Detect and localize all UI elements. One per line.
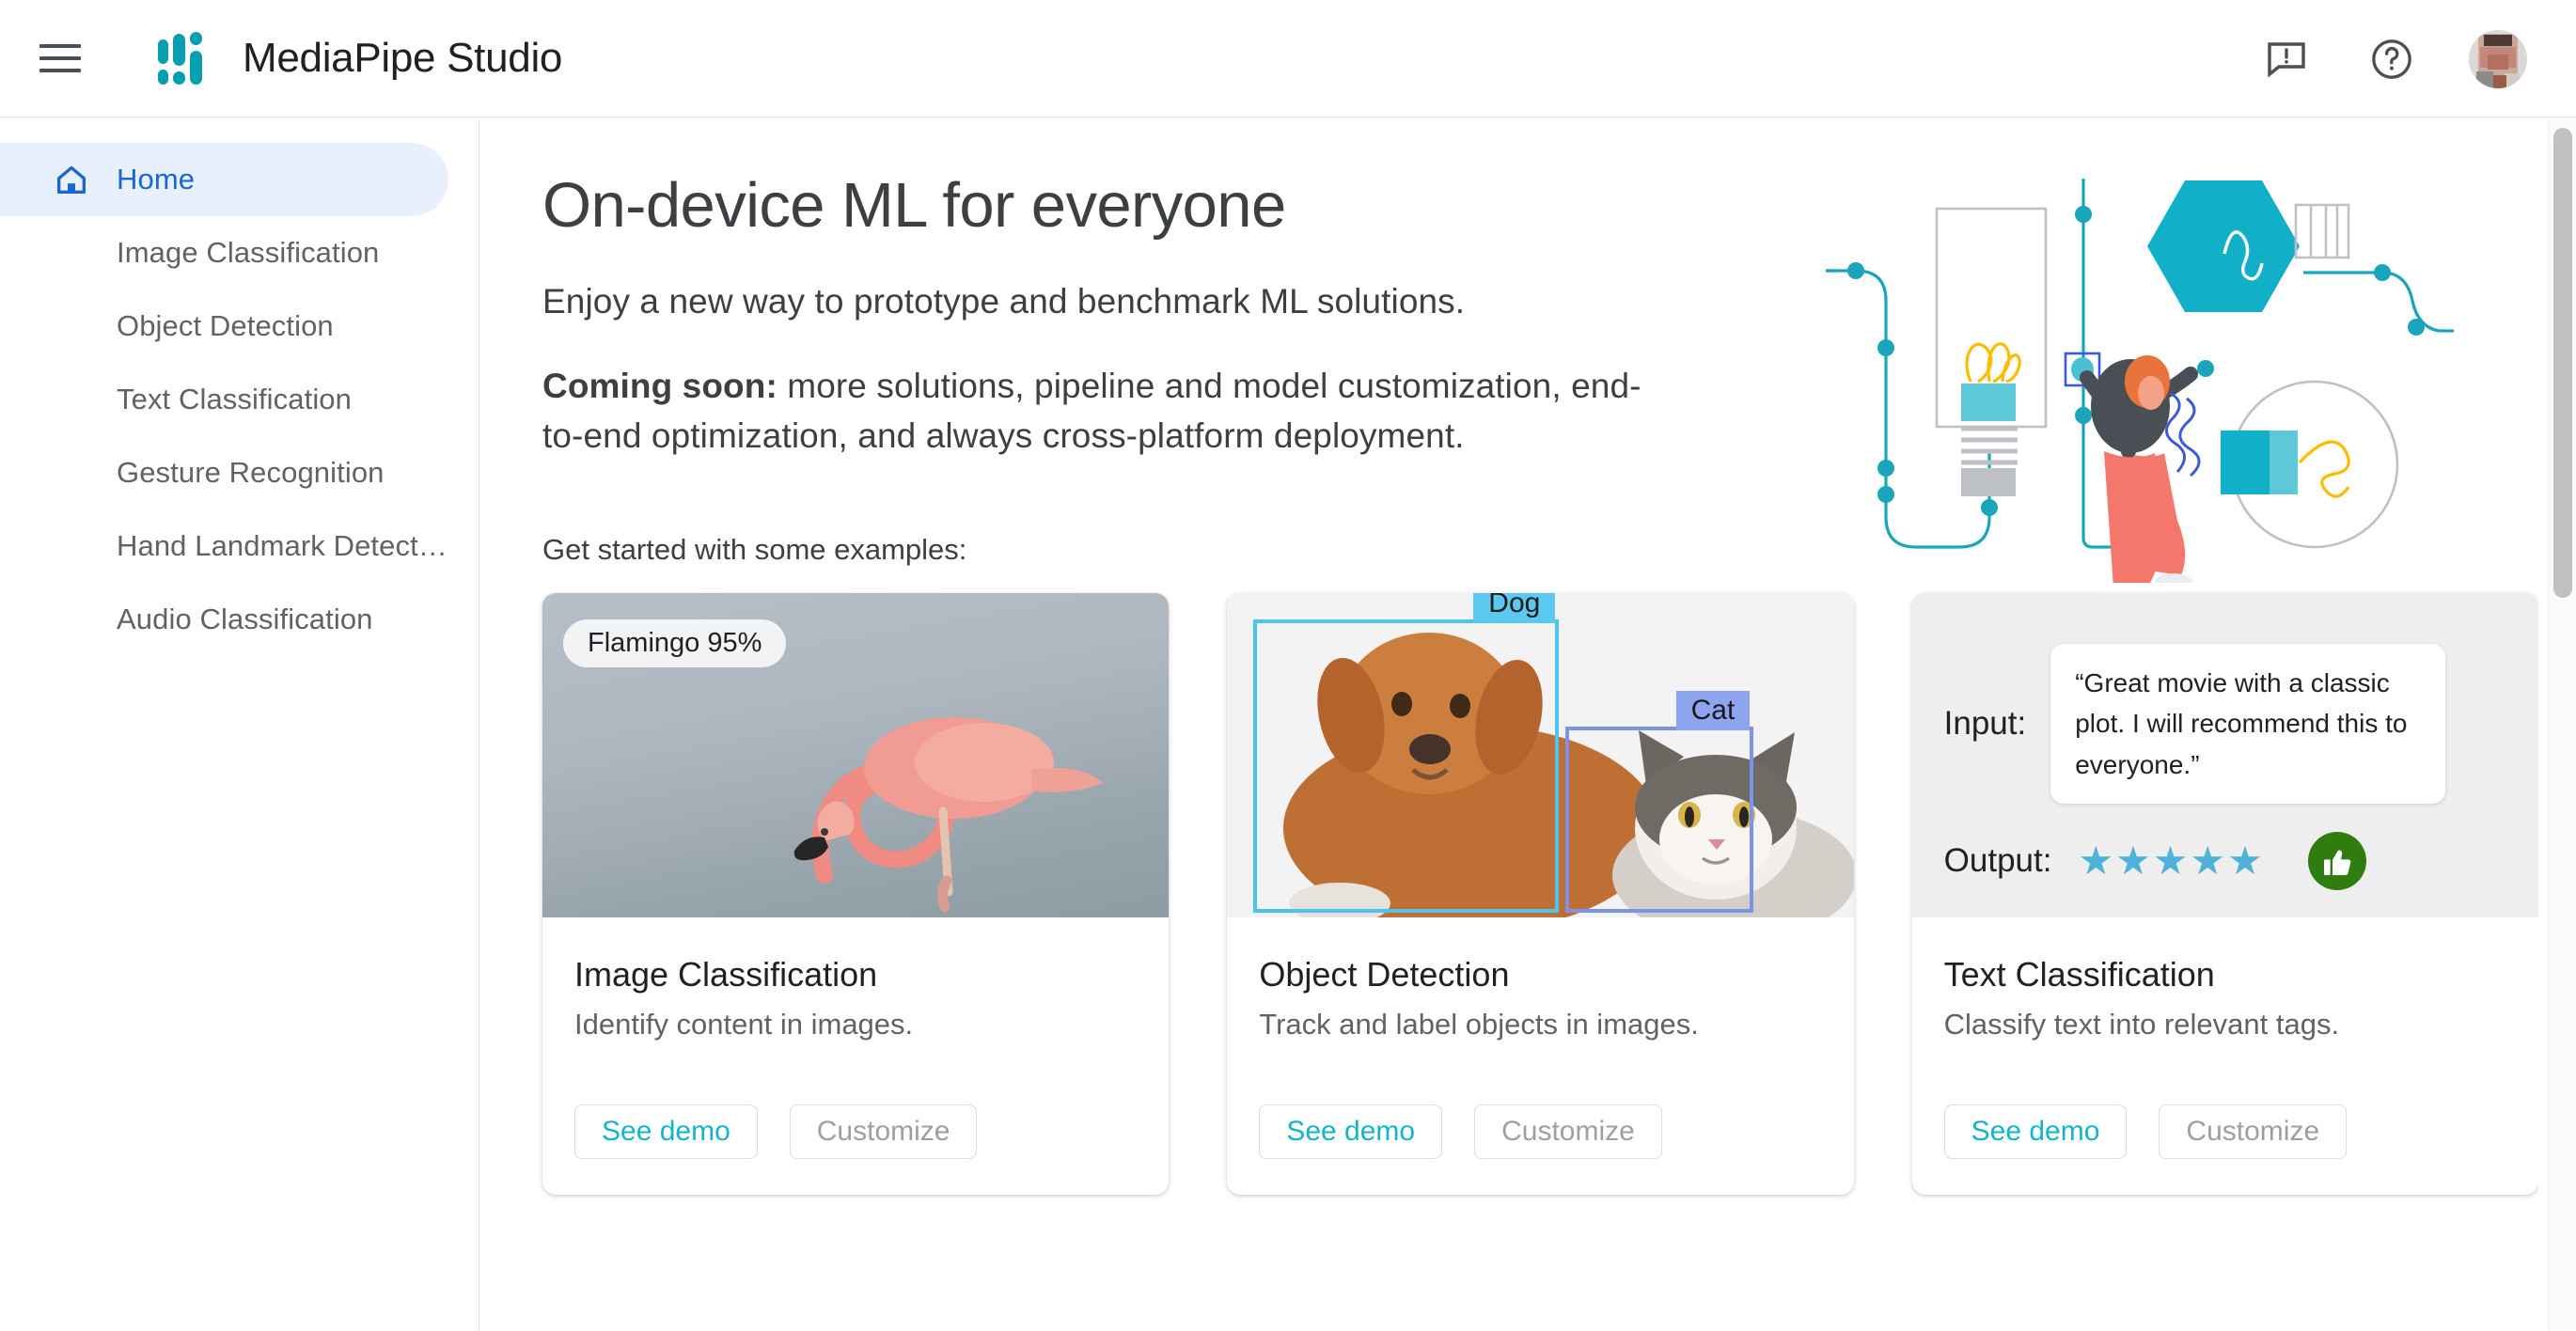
user-avatar[interactable] (2469, 29, 2527, 88)
hero-coming-soon: Coming soon: more solutions, pipeline an… (542, 361, 1652, 462)
classification-badge: Flamingo 95% (563, 619, 787, 667)
sidebar-item-label: Object Detection (117, 309, 334, 342)
card-description: Identify content in images. (574, 1007, 914, 1041)
output-label: Output: (1943, 841, 2052, 879)
card-actions: See demo Customize (1943, 1104, 2348, 1159)
sidebar-item-hand-landmark-detection[interactable]: Hand Landmark Detect… (0, 509, 448, 583)
sidebar-item-label: Text Classification (117, 383, 352, 415)
star-rating: ★★★★★ (2078, 838, 2265, 884)
feedback-icon[interactable] (2258, 31, 2315, 87)
customize-button[interactable]: Customize (789, 1104, 978, 1159)
customize-button[interactable]: Customize (1474, 1104, 1662, 1159)
card-actions: See demo Customize (1259, 1104, 1662, 1159)
sidebar-item-label: Gesture Recognition (117, 456, 385, 489)
card-body: Text Classification Classify text into r… (1912, 917, 2538, 1195)
menu-bar-3 (39, 69, 81, 72)
bounding-box-label: Dog (1473, 592, 1556, 623)
main-content: On-device ML for everyone Enjoy a new wa… (480, 118, 2538, 1331)
coming-soon-label: Coming soon: (542, 366, 778, 405)
help-circle-icon[interactable] (2364, 31, 2420, 87)
sidebar-item-label: Hand Landmark Detect… (117, 529, 448, 562)
sidebar-item-label: Image Classification (117, 236, 380, 269)
card-title: Image Classification (574, 954, 878, 994)
sidebar-item-label: Audio Classification (117, 603, 373, 635)
header-actions (2258, 0, 2548, 117)
see-demo-button[interactable]: See demo (1259, 1104, 1443, 1159)
sidebar-item-gesture-recognition[interactable]: Gesture Recognition (0, 436, 448, 509)
sidebar-item-label: Home (117, 163, 196, 196)
menu-bar-2 (39, 56, 81, 60)
see-demo-button[interactable]: See demo (574, 1104, 758, 1159)
thumbs-up-icon (2307, 831, 2366, 890)
text-sentiment-graphic: Input: “Great movie with a classic plot.… (1911, 592, 2538, 917)
card-text-classification[interactable]: Input: “Great movie with a classic plot.… (1911, 592, 2538, 1195)
card-title: Text Classification (1943, 954, 2215, 994)
mediapipe-logo-icon[interactable] (158, 32, 207, 85)
hero-section: On-device ML for everyone Enjoy a new wa… (480, 118, 2538, 613)
home-icon (53, 161, 90, 198)
card-title: Object Detection (1259, 954, 1510, 994)
app-header: MediaPipe Studio (0, 0, 2576, 117)
bounding-box-dog: Dog (1253, 592, 1560, 913)
card-body: Object Detection Track and label objects… (1227, 917, 1853, 1195)
bounding-box-label: Cat (1675, 690, 1751, 730)
sidebar-item-audio-classification[interactable]: Audio Classification (0, 583, 448, 656)
input-row: Input: “Great movie with a classic plot.… (1943, 643, 2446, 805)
hamburger-menu-icon[interactable] (39, 36, 85, 81)
card-actions: See demo Customize (574, 1104, 978, 1159)
example-cards: Flamingo 95% Image Classification Identi… (542, 592, 2538, 1195)
flamingo-photo: Flamingo 95% (542, 592, 1170, 917)
input-label: Input: (1943, 705, 2027, 743)
card-object-detection[interactable]: Dog Cat Object Detection Track and label… (1227, 592, 1854, 1195)
scrollbar-thumb[interactable] (2553, 128, 2572, 598)
sidebar-item-image-classification[interactable]: Image Classification (0, 216, 448, 290)
bounding-box-cat: Cat (1565, 690, 1754, 913)
vertical-scrollbar[interactable] (2548, 118, 2576, 1331)
card-description: Classify text into relevant tags. (1943, 1007, 2340, 1041)
input-text-bubble: “Great movie with a classic plot. I will… (2050, 643, 2446, 805)
output-row: Output: ★★★★★ (1943, 831, 2366, 890)
sidebar-nav: Home Image Classification Object Detecti… (0, 118, 479, 1331)
see-demo-button[interactable]: See demo (1943, 1104, 2128, 1159)
ml-pipeline-illustration (1818, 169, 2458, 613)
menu-bar-1 (39, 44, 81, 48)
card-image-classification[interactable]: Flamingo 95% Image Classification Identi… (542, 592, 1170, 1195)
card-body: Image Classification Identify content in… (542, 917, 1169, 1195)
sidebar-item-object-detection[interactable]: Object Detection (0, 290, 448, 363)
dog-cat-photo: Dog Cat (1227, 592, 1854, 917)
app-title: MediaPipe Studio (243, 35, 563, 81)
sidebar-item-home[interactable]: Home (0, 143, 448, 216)
sidebar-item-text-classification[interactable]: Text Classification (0, 363, 448, 436)
card-description: Track and label objects in images. (1259, 1007, 1699, 1041)
customize-button[interactable]: Customize (2159, 1104, 2348, 1159)
